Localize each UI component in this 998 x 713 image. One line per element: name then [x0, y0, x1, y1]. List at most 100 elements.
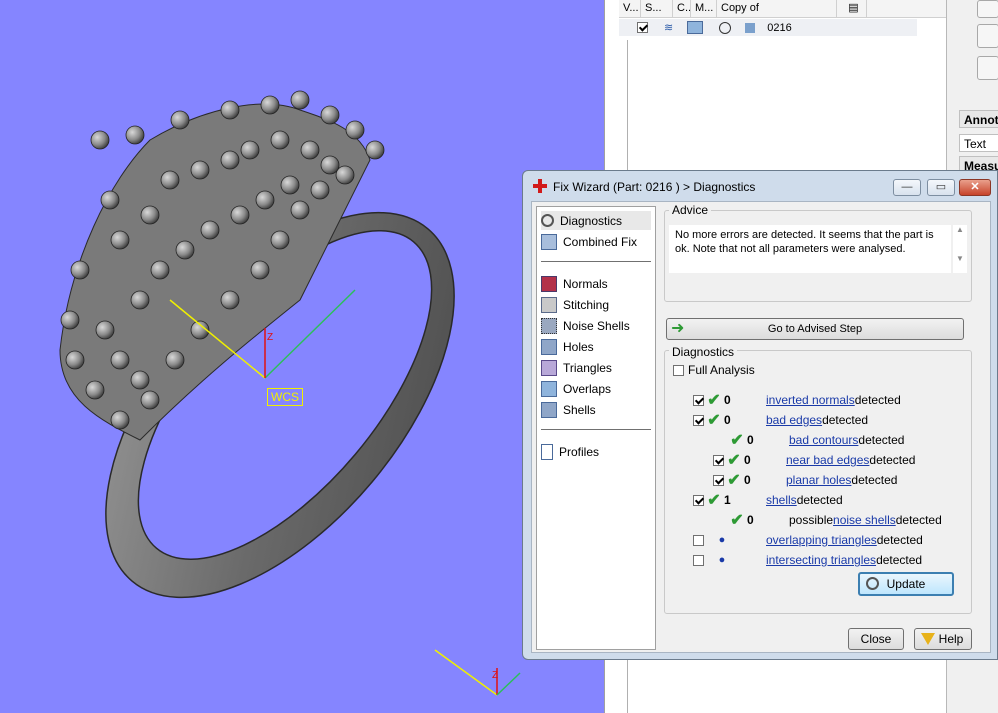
- document-icon: [541, 443, 553, 460]
- diag-checkbox[interactable]: [693, 554, 704, 566]
- diag-checkbox[interactable]: [693, 414, 704, 426]
- diag-checkbox[interactable]: [713, 454, 724, 466]
- grid-options-icon[interactable]: ▤: [837, 0, 867, 17]
- crown-bead: [290, 90, 310, 110]
- link[interactable]: shells: [766, 493, 797, 507]
- diag-checkbox[interactable]: [713, 474, 724, 486]
- crown-bead: [150, 260, 170, 280]
- annotation-label: Annota: [959, 110, 998, 128]
- col-visible[interactable]: V...: [619, 0, 641, 17]
- diag-row-bad-edges: ✔ 0 bad edges detected: [693, 411, 868, 429]
- nav-item-normals[interactable]: Normals: [541, 274, 651, 293]
- help-button[interactable]: Help: [914, 628, 972, 650]
- link[interactable]: bad edges: [766, 413, 822, 427]
- link[interactable]: inverted normals: [766, 393, 855, 407]
- part-row[interactable]: ≋ 0216: [619, 19, 917, 36]
- crown-bead: [110, 410, 130, 430]
- holes-icon: [541, 338, 557, 355]
- nav-item-diagnostics[interactable]: Diagnostics: [541, 211, 651, 230]
- count: 0: [724, 393, 731, 407]
- nav-item-stitching[interactable]: Stitching: [541, 295, 651, 314]
- diag-checkbox[interactable]: [693, 534, 704, 546]
- nav-item-shells[interactable]: Shells: [541, 400, 651, 419]
- count: 0: [747, 513, 754, 527]
- link[interactable]: intersecting triangles: [766, 553, 876, 567]
- col-status[interactable]: S...: [641, 0, 673, 17]
- link[interactable]: near bad edges: [786, 453, 869, 467]
- crown-bead: [165, 350, 185, 370]
- fix-wizard-dialog: Fix Wizard (Part: 0216 ) > Diagnostics —…: [522, 170, 998, 660]
- color-circle-icon: [719, 21, 732, 34]
- minimize-button[interactable]: —: [893, 179, 921, 196]
- check-icon: ✔: [730, 432, 744, 449]
- nav-label: Diagnostics: [560, 213, 623, 228]
- link[interactable]: overlapping triangles: [766, 533, 877, 547]
- check-icon: ✔: [707, 492, 721, 509]
- chart-tool-icon-2[interactable]: [977, 56, 998, 80]
- crown-bead: [240, 140, 260, 160]
- advice-scrollbar[interactable]: ▲ ▼: [953, 225, 967, 273]
- diag-checkbox[interactable]: [693, 494, 704, 506]
- nav-label: Profiles: [559, 444, 600, 459]
- diag-row-noise-shells: ✔ 0 possible noise shells detected: [727, 511, 941, 529]
- crown-bead: [230, 205, 250, 225]
- count: 1: [724, 493, 731, 507]
- window-close-button[interactable]: ✕: [959, 179, 991, 196]
- crown-bead: [365, 140, 385, 160]
- prefix: possible: [789, 513, 834, 527]
- col-color[interactable]: C...: [673, 0, 691, 17]
- nav-item-noise-shells[interactable]: Noise Shells: [541, 316, 651, 335]
- diag-row-planar-holes: ✔ 0 planar holes detected: [713, 471, 897, 489]
- nav-item-overlaps[interactable]: Overlaps: [541, 379, 651, 398]
- crown-bead: [270, 230, 290, 250]
- go-to-advised-step-button[interactable]: ➜ Go to Advised Step: [666, 318, 964, 340]
- suffix: detected: [796, 493, 843, 507]
- fix-cross-icon: [533, 179, 547, 193]
- nav-label: Combined Fix: [563, 234, 638, 249]
- dialog-titlebar[interactable]: Fix Wizard (Part: 0216 ) > Diagnostics —…: [523, 171, 997, 201]
- crown-bead: [170, 110, 190, 130]
- crown-bead: [60, 310, 80, 330]
- suffix: detected: [858, 433, 905, 447]
- link[interactable]: noise shells: [833, 513, 896, 527]
- close-button[interactable]: Close: [848, 628, 904, 650]
- nav-item-profiles[interactable]: Profiles: [541, 442, 651, 461]
- crown-bead: [270, 130, 290, 150]
- nav-item-holes[interactable]: Holes: [541, 337, 651, 356]
- diag-row-near-bad-edges: ✔ 0 near bad edges detected: [713, 451, 915, 469]
- full-analysis-row[interactable]: Full Analysis: [673, 361, 755, 379]
- col-mode[interactable]: M...: [691, 0, 717, 17]
- advice-text: No more errors are detected. It seems th…: [669, 225, 951, 273]
- 3d-viewport[interactable]: Z Z WCS: [0, 0, 604, 713]
- crown-bead: [110, 350, 130, 370]
- advice-group: Advice No more errors are detected. It s…: [664, 203, 972, 302]
- normals-icon: [541, 275, 557, 292]
- diag-row-bad-contours: ✔ 0 bad contours detected: [727, 431, 904, 449]
- tool-button-1[interactable]: [977, 0, 998, 18]
- crown-bead: [95, 320, 115, 340]
- crown-bead: [320, 155, 340, 175]
- crown-bead: [70, 260, 90, 280]
- text-label[interactable]: Text: [959, 134, 998, 152]
- link[interactable]: bad contours: [789, 433, 858, 447]
- link[interactable]: planar holes: [786, 473, 851, 487]
- crown-bead: [220, 100, 240, 120]
- part-visible-checkbox[interactable]: [637, 22, 648, 33]
- full-analysis-checkbox[interactable]: [673, 364, 684, 376]
- update-button[interactable]: Update: [858, 572, 954, 596]
- nav-item-triangles[interactable]: Triangles: [541, 358, 651, 377]
- nav-item-combined-fix[interactable]: Combined Fix: [541, 232, 651, 251]
- maximize-button[interactable]: ▭: [927, 179, 955, 196]
- crown-bead: [220, 150, 240, 170]
- overlaps-icon: [541, 380, 557, 397]
- suffix: detected: [876, 533, 923, 547]
- magnifier-icon: [541, 214, 554, 227]
- wcs-label: WCS: [267, 388, 303, 406]
- nav-label: Overlaps: [563, 381, 612, 396]
- crown-bead: [140, 390, 160, 410]
- check-icon: ✔: [707, 392, 721, 409]
- chart-tool-icon[interactable]: [977, 24, 998, 48]
- col-copy-of[interactable]: Copy of: [717, 0, 837, 17]
- triangles-icon: [541, 359, 557, 376]
- diag-checkbox[interactable]: [693, 394, 704, 406]
